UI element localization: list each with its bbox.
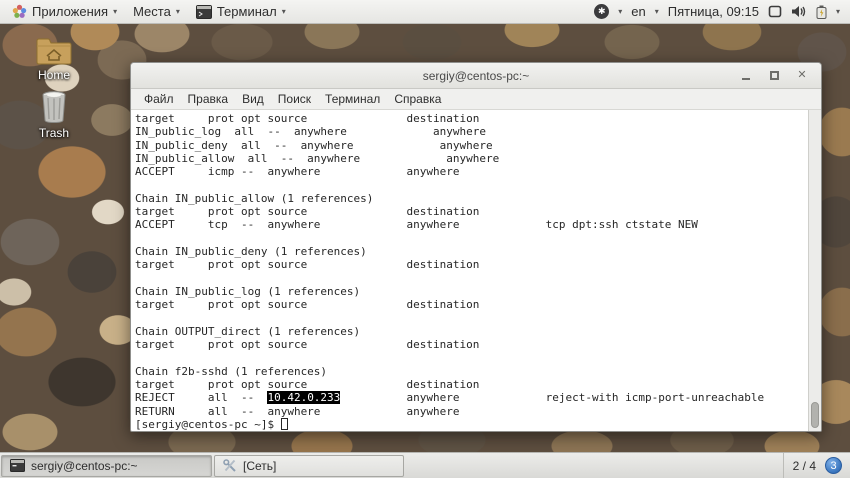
menu-view[interactable]: Вид [235,92,271,106]
taskbar: sergiy@centos-pc:~ [Сеть] 2 / 4 3 [0,452,850,478]
terminal-window: sergiy@centos-pc:~ ✕ Файл Правка Вид Пои… [130,62,822,432]
clock[interactable]: Пятница, 09:15 [668,4,759,19]
workspace-badge[interactable]: 3 [825,457,842,474]
display-icon[interactable] [768,5,782,18]
terminal-scrollbar[interactable] [808,110,821,431]
desktop-icon-label: Home [22,68,86,82]
close-button[interactable]: ✕ [795,69,809,83]
terminal-output[interactable]: target prot opt source destination IN_pu… [131,110,821,431]
active-app-label: Терминал [217,4,277,19]
menu-terminal[interactable]: Терминал [318,92,387,106]
places-menu[interactable]: Места ▾ [125,0,188,23]
chevron-down-icon: ▾ [113,8,117,16]
terminal-task-icon [10,459,25,472]
scrollbar-thumb[interactable] [811,402,819,428]
maximize-button[interactable] [767,69,781,83]
battery-icon[interactable] [816,5,827,19]
chevron-down-icon: ▾ [836,8,840,16]
applications-menu[interactable]: Приложения ▾ [4,0,125,23]
chevron-down-icon: ▾ [655,8,659,16]
window-controls: ✕ [739,69,821,83]
terminal-app-icon [196,5,212,19]
volume-icon[interactable] [791,5,807,18]
close-icon: ✕ [797,70,806,81]
menu-edit[interactable]: Правка [181,92,236,106]
applications-label: Приложения [32,4,108,19]
terminal-content[interactable]: target prot opt source destination IN_pu… [131,110,821,431]
panel-right: ✱ ▾ en ▾ Пятница, 09:15 ▾ [594,0,850,23]
desktop-icon-trash[interactable]: Trash [22,90,86,140]
panel-left: Приложения ▾ Места ▾ Терминал ▾ [0,0,294,23]
taskbar-window-network[interactable]: [Сеть] [214,455,404,477]
applications-icon [12,4,27,19]
task-label: sergiy@centos-pc:~ [31,459,138,473]
workspace-pager[interactable]: 2 / 4 [793,459,816,473]
menu-help[interactable]: Справка [387,92,448,106]
taskbar-window-terminal[interactable]: sergiy@centos-pc:~ [1,455,212,477]
task-label: [Сеть] [243,459,276,473]
home-folder-icon [35,36,73,66]
trash-can-icon [39,90,69,124]
status-menu-icon[interactable]: ✱ [594,4,609,19]
menu-search[interactable]: Поиск [271,92,318,106]
taskbar-right: 2 / 4 3 [783,453,850,478]
window-titlebar[interactable]: sergiy@centos-pc:~ ✕ [131,63,821,89]
network-tools-icon [223,459,237,473]
menu-file[interactable]: Файл [137,92,181,106]
selected-text: 10.42.0.233 [267,391,340,404]
terminal-cursor [281,418,288,430]
window-title: sergiy@centos-pc:~ [131,69,821,83]
desktop-icon-home[interactable]: Home [22,36,86,82]
minimize-button[interactable] [739,69,753,83]
chevron-down-icon: ▾ [618,8,622,16]
terminal-menubar: Файл Правка Вид Поиск Терминал Справка [131,89,821,110]
taskbar-separator [783,453,784,478]
chevron-down-icon: ▾ [176,8,180,16]
top-panel: Приложения ▾ Места ▾ Терминал ▾ ✱ ▾ en ▾… [0,0,850,24]
chevron-down-icon: ▾ [282,8,286,16]
places-label: Места [133,4,171,19]
active-app-menu[interactable]: Терминал ▾ [188,0,294,23]
keyboard-layout-indicator[interactable]: en [631,4,645,19]
desktop-icon-label: Trash [22,126,86,140]
